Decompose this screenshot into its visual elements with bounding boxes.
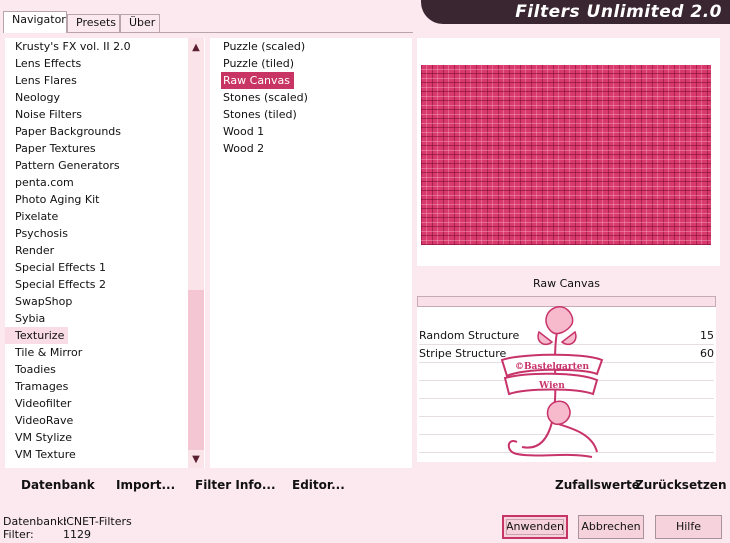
help-button[interactable]: Hilfe (655, 515, 722, 539)
category-item[interactable]: Render (5, 242, 131, 259)
watermark-text: Wien (538, 381, 565, 391)
database-label: Datenbank: (3, 515, 68, 528)
category-item[interactable]: Paper Backgrounds (5, 123, 131, 140)
filter-item[interactable]: Stones (scaled) (210, 89, 308, 106)
category-item[interactable]: Tramages (5, 378, 131, 395)
filter-name-label: Raw Canvas (417, 272, 716, 296)
watermark-text: ©Bastelgarten (515, 362, 590, 372)
filter-item[interactable]: Wood 2 (210, 140, 308, 157)
filter-items: Puzzle (scaled) Puzzle (tiled) Raw Canvas S… (210, 38, 308, 157)
editor-button[interactable]: Editor... (292, 478, 345, 492)
scroll-thumb[interactable] (188, 290, 204, 450)
filter-item[interactable]: Stones (tiled) (210, 106, 308, 123)
filter-count-label: Filter: (3, 528, 34, 541)
category-item[interactable]: Videofilter (5, 395, 131, 412)
category-item[interactable]: Lens Effects (5, 55, 131, 72)
category-item[interactable]: SwapShop (5, 293, 131, 310)
category-item[interactable]: Texturize (5, 327, 69, 344)
category-item[interactable]: Noise Filters (5, 106, 131, 123)
category-item[interactable]: Lens Flares (5, 72, 131, 89)
reset-button[interactable]: Zurücksetzen (635, 478, 726, 492)
database-button[interactable]: Datenbank (21, 478, 95, 492)
category-item[interactable]: VideoRave (5, 412, 131, 429)
import-button[interactable]: Import... (116, 478, 175, 492)
category-item[interactable]: Special Effects 2 (5, 276, 131, 293)
category-item[interactable]: Special Effects 1 (5, 259, 131, 276)
tab-ueber[interactable]: Über (120, 14, 160, 32)
category-item[interactable]: Pixelate (5, 208, 131, 225)
param-label: Stripe Structure (419, 347, 507, 360)
apply-button[interactable]: Anwenden (502, 515, 568, 539)
category-list[interactable]: Krusty's FX vol. II 2.0 Lens Effects Lens … (5, 38, 205, 468)
category-item[interactable]: Toadies (5, 361, 131, 378)
category-item[interactable]: Pattern Generators (5, 157, 131, 174)
app-title: Filters Unlimited 2.0 (515, 2, 722, 22)
category-item[interactable]: Sybia (5, 310, 131, 327)
category-item[interactable]: Paper Textures (5, 140, 131, 157)
tab-presets[interactable]: Presets (67, 14, 120, 32)
category-items: Krusty's FX vol. II 2.0 Lens Effects Lens … (5, 38, 131, 463)
database-value: ICNET-Filters (63, 515, 132, 528)
category-item[interactable]: Tile & Mirror (5, 344, 131, 361)
category-item[interactable]: Neology (5, 89, 131, 106)
preview-image (421, 65, 711, 245)
random-values-button[interactable]: Zufallswerte (555, 478, 640, 492)
filter-list[interactable]: Puzzle (scaled) Puzzle (tiled) Raw Canvas S… (210, 38, 412, 468)
category-item[interactable]: penta.com (5, 174, 131, 191)
category-item[interactable]: Psychosis (5, 225, 131, 242)
param-value[interactable]: 60 (700, 345, 714, 362)
title-banner: Filters Unlimited 2.0 (421, 0, 730, 24)
category-item[interactable]: VM Stylize (5, 429, 131, 446)
filter-count-value: 1129 (63, 528, 91, 541)
filter-item[interactable]: Raw Canvas (221, 72, 295, 89)
scroll-down-icon[interactable]: ▼ (188, 452, 204, 468)
scroll-up-icon[interactable]: ▲ (188, 40, 204, 56)
category-item[interactable]: VM Texture (5, 446, 131, 463)
filter-item[interactable]: Puzzle (scaled) (210, 38, 308, 55)
category-scrollbar[interactable]: ▲ ▼ (188, 38, 204, 468)
category-item[interactable]: Photo Aging Kit (5, 191, 131, 208)
filter-item[interactable]: Wood 1 (210, 123, 308, 140)
param-value[interactable]: 15 (700, 327, 714, 344)
tab-navigator[interactable]: Navigator (3, 11, 67, 33)
category-item[interactable]: Krusty's FX vol. II 2.0 (5, 38, 131, 55)
filter-info-button[interactable]: Filter Info... (195, 478, 276, 492)
watermark-flower-icon: ©Bastelgarten Wien (500, 306, 604, 458)
filter-item[interactable]: Puzzle (tiled) (210, 55, 308, 72)
cancel-button[interactable]: Abbrechen (578, 515, 644, 539)
